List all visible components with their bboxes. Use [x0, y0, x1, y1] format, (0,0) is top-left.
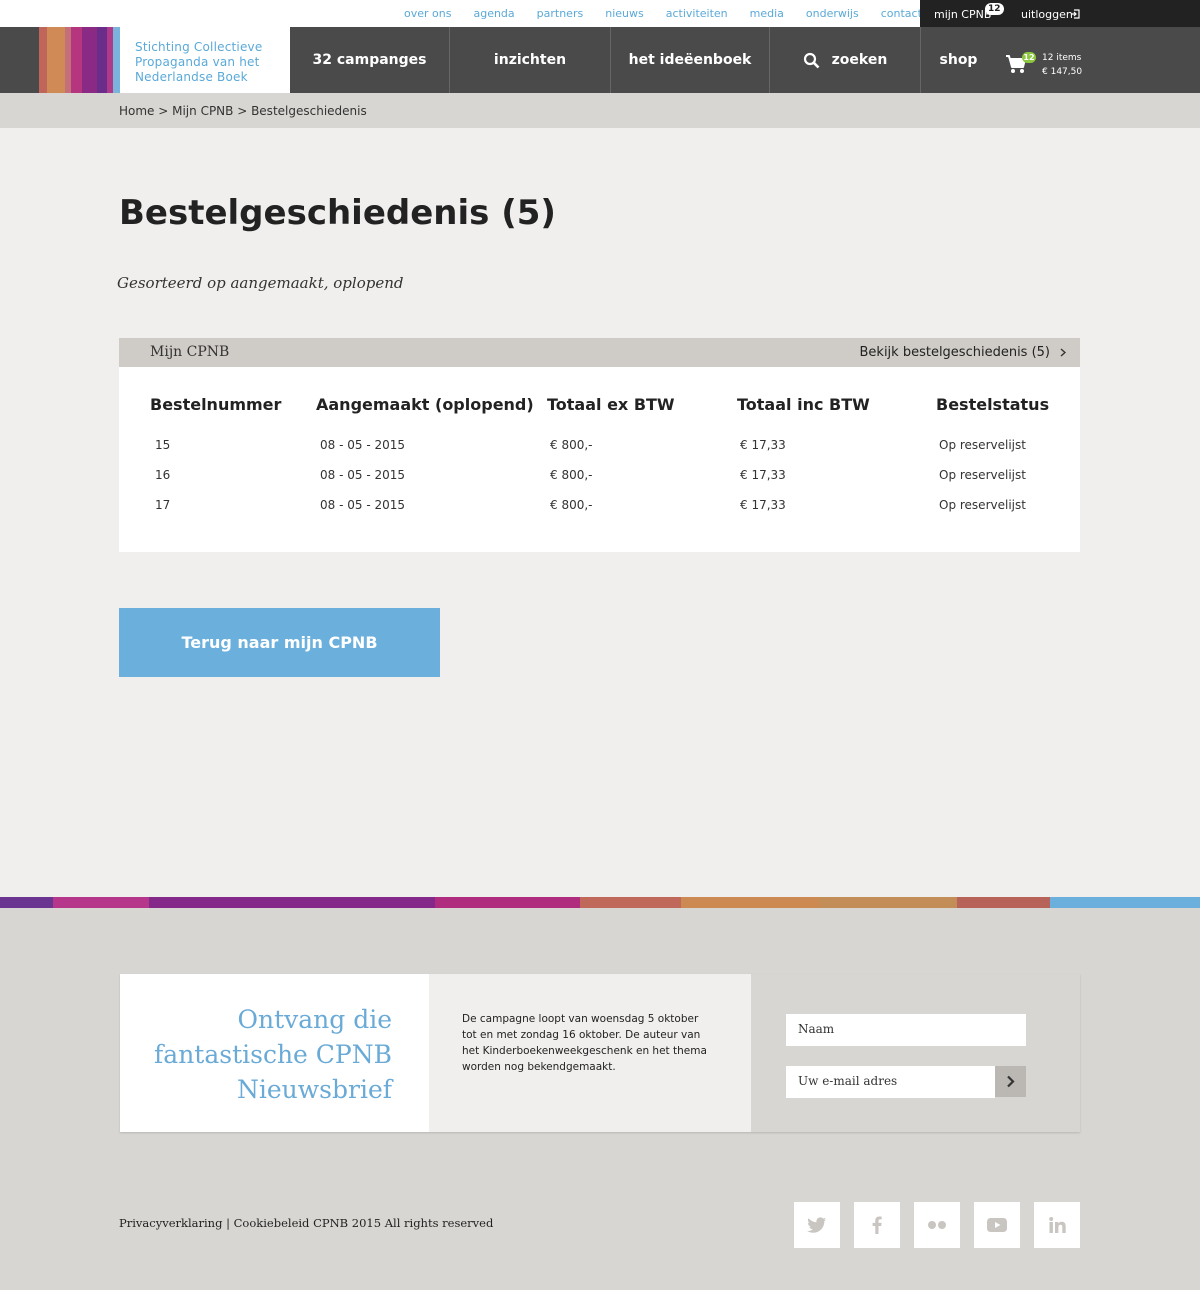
- twitter-button[interactable]: [794, 1202, 840, 1248]
- order-created: 08 - 05 - 2015: [320, 468, 405, 482]
- logo-stripes: [39, 27, 120, 93]
- newsletter-name-input[interactable]: Naam: [786, 1014, 1026, 1046]
- nav-ideas-label: het ideëenboek: [628, 52, 752, 68]
- footer-color-bar: [0, 897, 1200, 908]
- cart-summary[interactable]: 12 items € 147,50: [1042, 51, 1082, 79]
- column-header-created[interactable]: Aangemaakt (oplopend): [316, 395, 534, 414]
- facebook-icon: [872, 1216, 882, 1234]
- panel-header: Mijn CPNB Bekijk bestelgeschiedenis (5): [119, 338, 1080, 367]
- order-number: 17: [155, 498, 171, 512]
- order-number: 16: [155, 468, 171, 482]
- newsletter-title-line-2: fantastische CPNB: [154, 1040, 392, 1069]
- cpnb-logo[interactable]: Stichting Collectieve Propaganda van het…: [120, 27, 290, 93]
- facebook-button[interactable]: [854, 1202, 900, 1248]
- footer-legal[interactable]: Privacyverklaring | Cookiebeleid CPNB 20…: [119, 1216, 493, 1230]
- nav-ideas[interactable]: het ideëenboek: [611, 27, 770, 93]
- order-total-inc-vat: € 17,33: [740, 438, 786, 452]
- top-link-contact[interactable]: contact: [881, 7, 922, 20]
- order-total-inc-vat: € 17,33: [740, 498, 786, 512]
- top-link-media[interactable]: media: [750, 7, 784, 20]
- order-status: Op reservelijst: [939, 438, 1026, 452]
- newsletter-title: Ontvang die fantastische CPNB Nieuwsbrie…: [154, 1002, 392, 1107]
- newsletter-description: De campagne loopt van woensdag 5 oktober…: [462, 1013, 707, 1073]
- order-total-ex-vat: € 800,-: [550, 438, 593, 452]
- order-status: Op reservelijst: [939, 468, 1026, 482]
- nav-shop-label: shop: [939, 52, 978, 68]
- column-header-status[interactable]: Bestelstatus: [936, 395, 1049, 414]
- top-link-nieuws[interactable]: nieuws: [605, 7, 644, 20]
- user-bar: mijn CPNB 12 uitloggen: [920, 0, 1200, 27]
- youtube-button[interactable]: [974, 1202, 1020, 1248]
- top-link-onderwijs[interactable]: onderwijs: [806, 7, 859, 20]
- top-bar: over ons agenda partners nieuws activite…: [0, 0, 1200, 27]
- main-nav: Stichting Collectieve Propaganda van het…: [0, 27, 1200, 93]
- cart-items: 12 items: [1042, 53, 1082, 63]
- logout-link[interactable]: uitloggen: [1021, 8, 1073, 21]
- nav-campaigns-label: 32 campanges: [312, 52, 427, 68]
- column-header-total-ex-vat[interactable]: Totaal ex BTW: [547, 395, 675, 414]
- newsletter-title-line-3: Nieuwsbrief: [237, 1075, 392, 1104]
- nav-shop[interactable]: shop: [921, 27, 996, 93]
- nav-insights-label: inzichten: [493, 52, 567, 68]
- newsletter-form: Naam Uw e-mail adres: [751, 974, 1080, 1132]
- footer: Ontvang die fantastische CPNB Nieuwsbrie…: [0, 908, 1200, 1290]
- my-cpnb-link[interactable]: mijn CPNB: [934, 8, 991, 21]
- notification-badge: 12: [985, 3, 1004, 15]
- nav-search-label: zoeken: [831, 52, 888, 68]
- order-number: 15: [155, 438, 171, 452]
- top-link-activiteiten[interactable]: activiteiten: [666, 7, 728, 20]
- logo-line-1: Stichting Collectieve: [135, 40, 263, 54]
- chevron-right-icon: [1060, 348, 1066, 357]
- column-header-order-number[interactable]: Bestelnummer: [150, 395, 281, 414]
- top-link-partners[interactable]: partners: [537, 7, 584, 20]
- order-status: Op reservelijst: [939, 498, 1026, 512]
- top-link-agenda[interactable]: agenda: [473, 7, 514, 20]
- top-links: over ons agenda partners nieuws activite…: [393, 0, 933, 27]
- flickr-button[interactable]: [914, 1202, 960, 1248]
- cart-badge: 12: [1022, 52, 1036, 63]
- view-order-history-label: Bekijk bestelgeschiedenis (5): [859, 345, 1051, 360]
- flickr-icon: [928, 1221, 946, 1229]
- nav-insights[interactable]: inzichten: [450, 27, 611, 93]
- nav-search[interactable]: zoeken: [770, 27, 921, 93]
- panel-title: Mijn CPNB: [150, 344, 230, 360]
- view-order-history-link[interactable]: Bekijk bestelgeschiedenis (5): [859, 345, 1066, 360]
- youtube-icon: [987, 1218, 1007, 1232]
- search-icon: [803, 52, 820, 68]
- logo-line-2: Propaganda van het: [135, 55, 260, 69]
- newsletter-block: Ontvang die fantastische CPNB Nieuwsbrie…: [120, 974, 1080, 1132]
- newsletter-submit-button[interactable]: [995, 1066, 1026, 1097]
- back-to-my-cpnb-button[interactable]: Terug naar mijn CPNB: [119, 608, 440, 677]
- newsletter-title-box: Ontvang die fantastische CPNB Nieuwsbrie…: [120, 974, 429, 1132]
- order-history-panel: Mijn CPNB Bekijk bestelgeschiedenis (5) …: [119, 338, 1080, 552]
- linkedin-button[interactable]: [1034, 1202, 1080, 1248]
- logo-line-3: Nederlandse Boek: [135, 70, 248, 84]
- top-link-over-ons[interactable]: over ons: [404, 7, 451, 20]
- breadcrumb[interactable]: Home > Mijn CPNB > Bestelgeschiedenis: [119, 104, 367, 118]
- order-created: 08 - 05 - 2015: [320, 498, 405, 512]
- column-header-total-inc-vat[interactable]: Totaal inc BTW: [737, 395, 870, 414]
- page-title: Bestelgeschiedenis (5): [119, 193, 556, 233]
- linkedin-icon: [1048, 1217, 1066, 1233]
- nav-campaigns[interactable]: 32 campanges: [290, 27, 450, 93]
- newsletter-email-input[interactable]: Uw e-mail adres: [786, 1066, 995, 1098]
- order-created: 08 - 05 - 2015: [320, 438, 405, 452]
- sort-note: Gesorteerd op aangemaakt, oplopend: [117, 274, 404, 292]
- breadcrumb-bar: Home > Mijn CPNB > Bestelgeschiedenis: [0, 93, 1200, 128]
- order-total-inc-vat: € 17,33: [740, 468, 786, 482]
- newsletter-title-line-1: Ontvang die: [237, 1005, 392, 1034]
- twitter-icon: [807, 1217, 826, 1233]
- order-total-ex-vat: € 800,-: [550, 498, 593, 512]
- cart-total: € 147,50: [1042, 67, 1083, 77]
- chevron-right-icon: [1007, 1075, 1015, 1088]
- order-total-ex-vat: € 800,-: [550, 468, 593, 482]
- logout-icon[interactable]: [1070, 9, 1080, 19]
